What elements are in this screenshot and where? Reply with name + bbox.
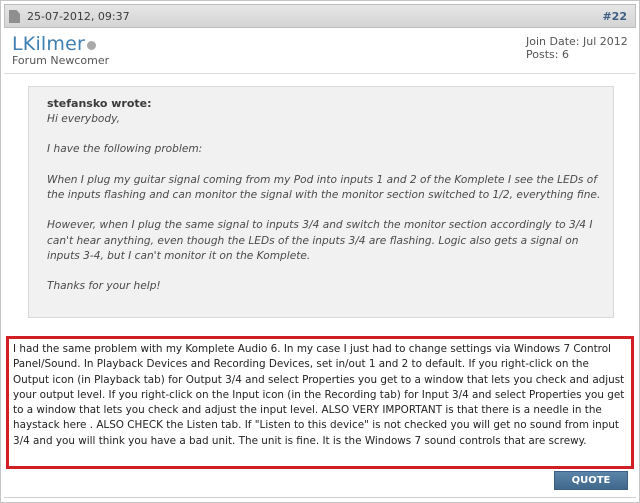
join-date: Join Date: Jul 2012 xyxy=(526,35,628,48)
quote-paragraph: However, when I plug the same signal to … xyxy=(47,219,593,262)
quote-author: stefansko wrote: xyxy=(47,97,152,110)
offline-status-icon xyxy=(87,41,96,50)
quote-button[interactable]: QUOTE xyxy=(554,471,628,490)
quote-block: stefansko wrote: Hi everybody, I have th… xyxy=(28,86,614,318)
quote-paragraph: I have the following problem: xyxy=(47,143,203,156)
highlighted-reply: I had the same problem with my Komplete … xyxy=(6,336,634,469)
document-icon xyxy=(9,10,20,23)
divider xyxy=(4,497,636,498)
reply-text: I had the same problem with my Komplete … xyxy=(13,343,625,447)
quote-paragraph: Hi everybody, xyxy=(47,113,120,125)
quote-paragraph: Thanks for your help! xyxy=(47,280,161,293)
quote-body: Hi everybody, I have the following probl… xyxy=(47,112,603,310)
post-count: Posts: 6 xyxy=(526,48,569,61)
username-link[interactable]: LKilmer xyxy=(12,33,85,55)
user-title: Forum Newcomer xyxy=(12,54,110,67)
post-header-bar: 25-07-2012, 09:37 #22 xyxy=(4,4,636,28)
post-number-link[interactable]: #22 xyxy=(602,10,627,23)
user-stats: Join Date: Jul 2012 Posts: 6 xyxy=(526,35,628,61)
divider xyxy=(4,73,636,74)
forum-post: 25-07-2012, 09:37 #22 LKilmer Forum Newc… xyxy=(0,0,640,503)
post-date: 25-07-2012, 09:37 xyxy=(27,10,130,23)
quote-paragraph: When I plug my guitar signal coming from… xyxy=(47,173,601,201)
